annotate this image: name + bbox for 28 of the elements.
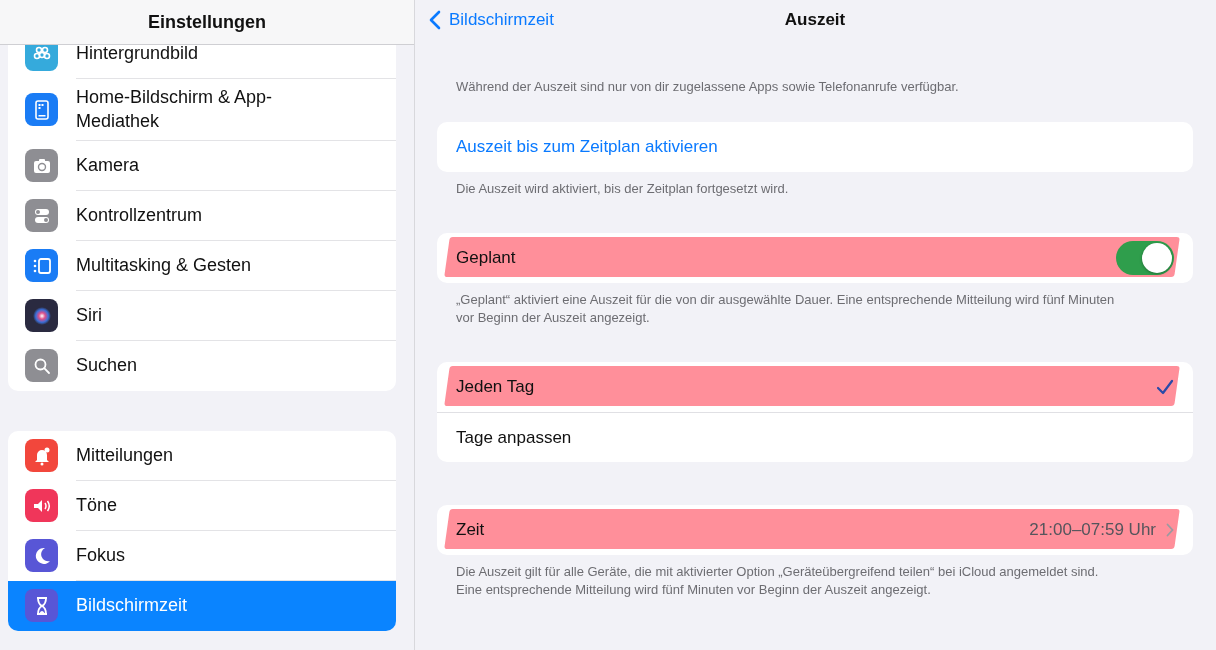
sidebar-item[interactable]: Home-Bildschirm & App-Mediathek [8,79,396,141]
page-title: Auszeit [784,10,846,30]
footer-text: Die Auszeit wird aktiviert, bis der Zeitplan fortgesetzt wird. [455,179,790,198]
sidebar-item[interactable]: Fokus [8,530,396,581]
setting-label: Geplant [456,247,517,270]
option-row[interactable]: Jeden Tag [437,362,1193,413]
action-link[interactable]: Auszeit bis zum Zeitplan aktivieren [456,133,718,160]
description-text: Während der Auszeit sind nur von dir zugelassene Apps sowie Telefonanrufe verfügbar. [455,78,960,96]
toggle-switch[interactable] [1116,241,1174,276]
sidebar-item[interactable]: Suchen [8,340,396,391]
chevron-right-icon [1166,523,1174,538]
chevron-left-icon [429,10,441,30]
sidebar-item[interactable]: Siri [8,290,396,341]
option-row[interactable]: Tage anpassen [437,412,1193,463]
sidebar-title: Einstellungen [148,10,266,34]
checkmark-icon [1156,379,1174,396]
sidebar-item[interactable]: Mitteilungen [8,430,396,481]
sidebar-item[interactable]: Bildschirmzeit [8,580,396,631]
footer-text: Die Auszeit gilt für alle Geräte, die mit aktivierter Option „Geräteübergreifend teilen“ bei iCloud angemeldet sind. Eine entsprechende Mitteilung wird fünf Minuten vor Beginn der Auszeit angezeigt. [455,563,1100,599]
sidebar-item[interactable]: Kontrollzentrum [8,190,396,241]
sidebar-item[interactable]: Multitasking & Gesten [8,240,396,291]
footer-text: „Geplant“ aktiviert eine Auszeit für die von dir ausgewählte Dauer. Eine entsprechende Mitteilung wird fünf Minuten vor Beginn der Auszeit angezeigt. [455,291,1116,327]
sidebar-item[interactable]: Töne [8,480,396,531]
setting-row[interactable]: Zeit 21:00–07:59 Uhr [437,505,1193,556]
setting-value: 21:00–07:59 Uhr [1029,519,1156,542]
sidebar-item[interactable]: Kamera [8,140,396,191]
sidebar-item[interactable]: Hintergrundbild [8,45,396,79]
back-button[interactable]: Bildschirmzeit [429,7,554,33]
